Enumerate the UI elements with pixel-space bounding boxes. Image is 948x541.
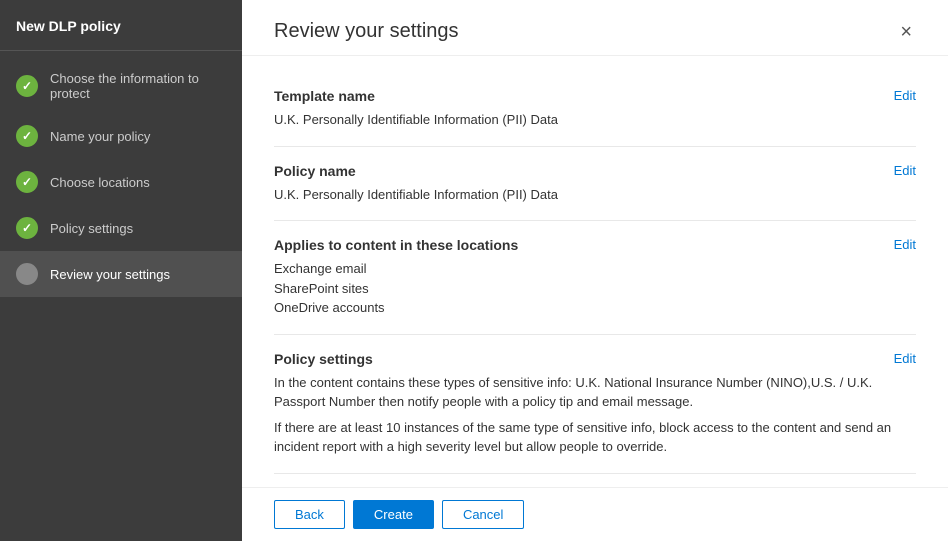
section-policy-settings-value: In the content contains these types of s… — [274, 373, 916, 457]
section-policy-name-value: U.K. Personally Identifiable Information… — [274, 185, 916, 205]
section-turn-policy-on: Turn policy on after it's created? Edit … — [274, 474, 916, 488]
sidebar: New DLP policy ✓ Choose the information … — [0, 0, 242, 541]
section-policy-settings-header: Policy settings Edit — [274, 351, 916, 367]
sidebar-item-review-settings[interactable]: Review your settings — [0, 251, 242, 297]
section-applies-to-values: Exchange email SharePoint sites OneDrive… — [274, 259, 916, 318]
section-policy-name-header: Policy name Edit — [274, 163, 916, 179]
sidebar-item-choose-locations[interactable]: ✓ Choose locations — [0, 159, 242, 205]
main-title: Review your settings — [274, 20, 459, 43]
section-applies-to: Applies to content in these locations Ed… — [274, 221, 916, 335]
sidebar-item-label-name-policy: Name your policy — [50, 129, 150, 144]
section-template-name-header: Template name Edit — [274, 88, 916, 104]
applies-to-sharepoint: SharePoint sites — [274, 279, 916, 299]
section-applies-to-title: Applies to content in these locations — [274, 237, 518, 253]
main-body: Template name Edit U.K. Personally Ident… — [242, 56, 948, 487]
edit-policy-name-link[interactable]: Edit — [894, 163, 916, 178]
section-applies-to-header: Applies to content in these locations Ed… — [274, 237, 916, 253]
edit-policy-settings-link[interactable]: Edit — [894, 351, 916, 366]
sidebar-item-name-policy[interactable]: ✓ Name your policy — [0, 113, 242, 159]
section-policy-settings-title: Policy settings — [274, 351, 373, 367]
section-policy-name: Policy name Edit U.K. Personally Identif… — [274, 147, 916, 222]
step-icon-name-policy: ✓ — [16, 125, 38, 147]
sidebar-header: New DLP policy — [0, 0, 242, 51]
policy-settings-para-1: In the content contains these types of s… — [274, 373, 916, 412]
sidebar-nav: ✓ Choose the information to protect ✓ Na… — [0, 51, 242, 297]
step-icon-review-settings — [16, 263, 38, 285]
step-icon-choose-locations: ✓ — [16, 171, 38, 193]
sidebar-item-label-policy-settings: Policy settings — [50, 221, 133, 236]
sidebar-item-policy-settings[interactable]: ✓ Policy settings — [0, 205, 242, 251]
cancel-button[interactable]: Cancel — [442, 500, 524, 529]
back-button[interactable]: Back — [274, 500, 345, 529]
section-template-name-value: U.K. Personally Identifiable Information… — [274, 110, 916, 130]
sidebar-item-label-choose-locations: Choose locations — [50, 175, 150, 190]
step-icon-choose-info: ✓ — [16, 75, 38, 97]
main-content: Review your settings × Template name Edi… — [242, 0, 948, 541]
section-template-name-title: Template name — [274, 88, 375, 104]
section-policy-settings: Policy settings Edit In the content cont… — [274, 335, 916, 474]
applies-to-onedrive: OneDrive accounts — [274, 298, 916, 318]
sidebar-item-label-choose-info: Choose the information to protect — [50, 71, 226, 101]
edit-template-name-link[interactable]: Edit — [894, 88, 916, 103]
applies-to-exchange: Exchange email — [274, 259, 916, 279]
main-header: Review your settings × — [242, 0, 948, 56]
section-policy-name-title: Policy name — [274, 163, 356, 179]
sidebar-item-choose-info[interactable]: ✓ Choose the information to protect — [0, 59, 242, 113]
sidebar-item-label-review-settings: Review your settings — [50, 267, 170, 282]
step-icon-policy-settings: ✓ — [16, 217, 38, 239]
policy-settings-para-2: If there are at least 10 instances of th… — [274, 418, 916, 457]
footer: Back Create Cancel — [242, 487, 948, 541]
edit-applies-to-link[interactable]: Edit — [894, 237, 916, 252]
close-button[interactable]: × — [896, 22, 916, 42]
section-template-name: Template name Edit U.K. Personally Ident… — [274, 72, 916, 147]
create-button[interactable]: Create — [353, 500, 434, 529]
